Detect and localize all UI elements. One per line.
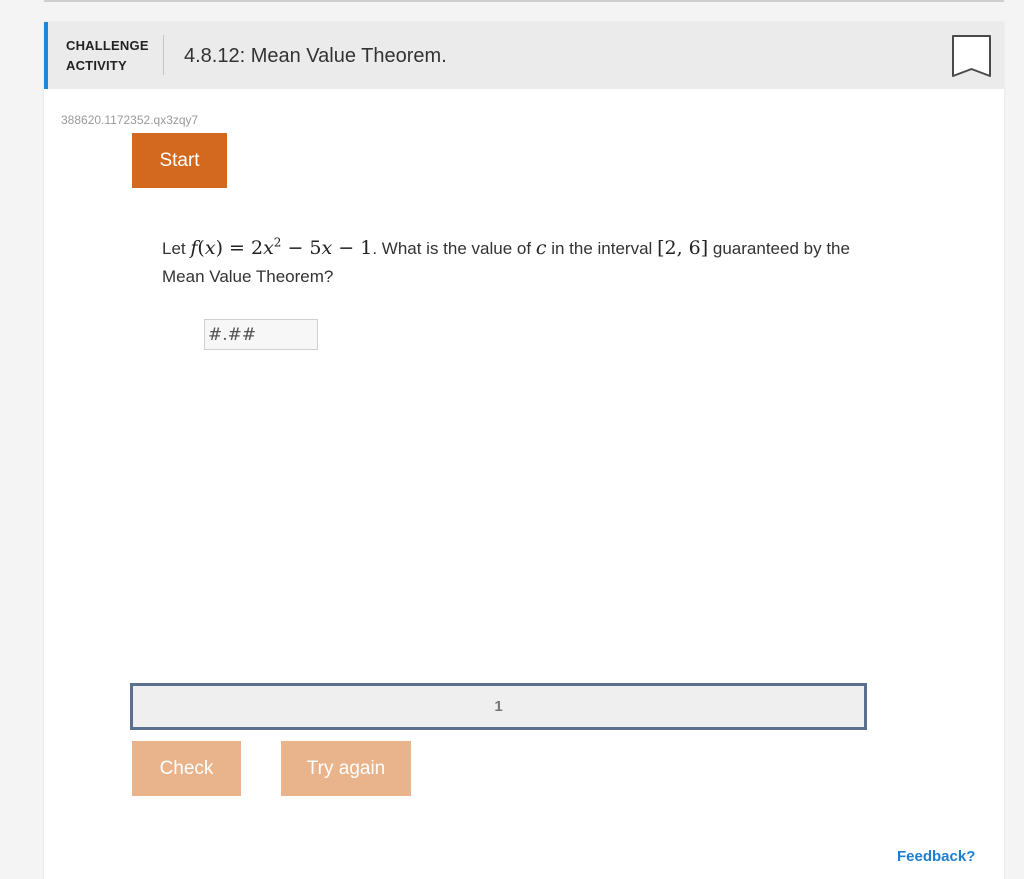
top-rule <box>44 0 1004 2</box>
activity-header: CHALLENGE ACTIVITY 4.8.12: Mean Value Th… <box>44 22 1004 89</box>
try-again-button[interactable]: Try again <box>281 741 411 796</box>
question-text: Let f(x) = 2x2 − 5x − 1. What is the val… <box>162 234 882 291</box>
progress-bar: 1 <box>130 683 867 730</box>
activity-id: 388620.1172352.qx3zqy7 <box>61 113 199 127</box>
header-divider <box>163 35 164 75</box>
header-accent-bar <box>44 22 48 89</box>
start-button[interactable]: Start <box>132 133 227 188</box>
feedback-link[interactable]: Feedback? <box>897 848 975 865</box>
activity-type-label: CHALLENGE ACTIVITY <box>66 36 149 76</box>
activity-type-line2: ACTIVITY <box>66 58 127 73</box>
activity-title: 4.8.12: Mean Value Theorem. <box>184 45 447 67</box>
activity-type-line1: CHALLENGE <box>66 38 149 53</box>
progress-step-1[interactable]: 1 <box>133 686 864 727</box>
challenge-activity-card: CHALLENGE ACTIVITY 4.8.12: Mean Value Th… <box>44 22 1004 879</box>
question-middle: . What is the value of <box>372 239 532 258</box>
question-let: Let <box>162 239 186 258</box>
variable-c: c <box>535 237 547 259</box>
bookmark-icon[interactable] <box>951 34 992 80</box>
question-interval-text: in the interval <box>551 239 653 258</box>
function-expression: f(x) = 2x2 − 5x − 1 <box>190 235 373 259</box>
interval-expression: [2, 6] <box>657 237 709 259</box>
answer-input[interactable] <box>204 319 318 350</box>
check-button[interactable]: Check <box>132 741 241 796</box>
